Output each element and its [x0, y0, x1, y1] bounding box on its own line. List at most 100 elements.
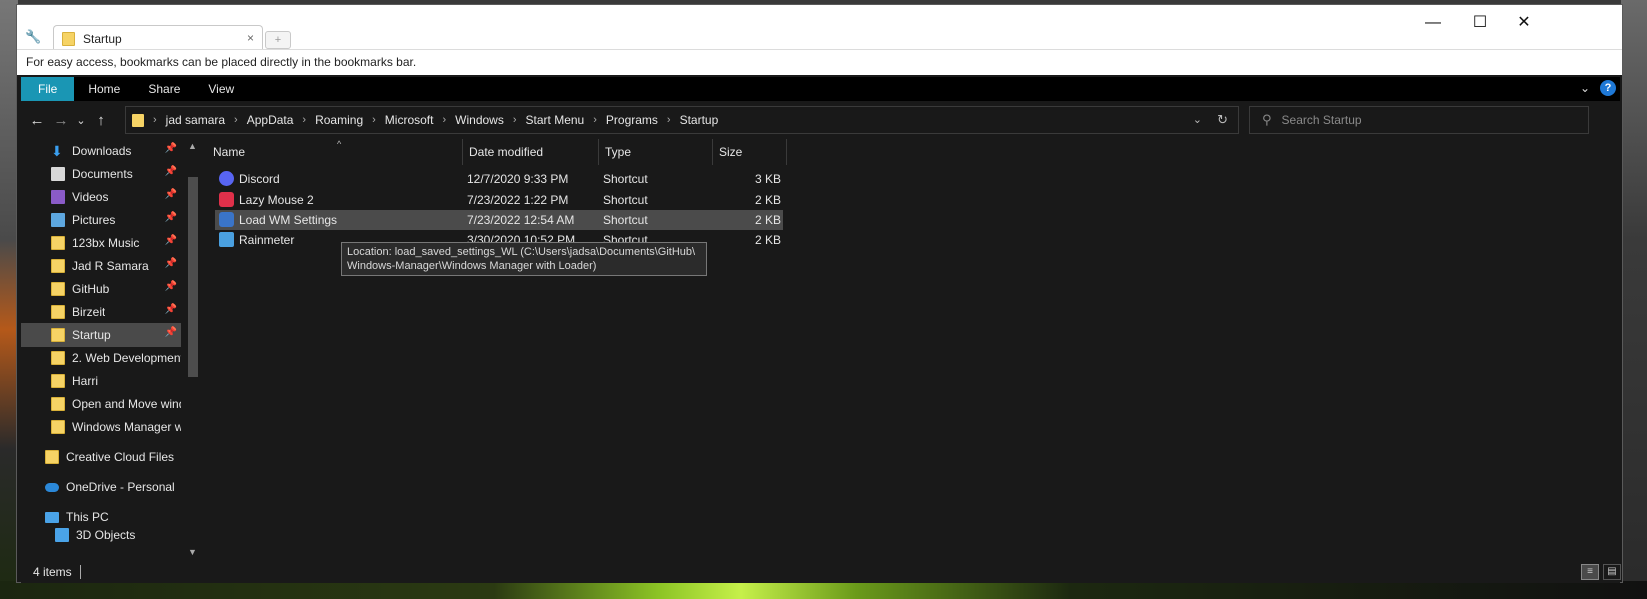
help-icon[interactable]: ? — [1600, 80, 1616, 96]
address-dropdown-icon[interactable]: ⌄ — [1193, 113, 1202, 126]
file-size: 2 KB — [754, 233, 781, 247]
file-name: Lazy Mouse 2 — [239, 193, 314, 207]
pin-icon[interactable]: 📌 — [165, 258, 177, 269]
navpane-scrollbar[interactable]: ▲ ▼ — [185, 139, 201, 559]
file-row-discord[interactable]: Discord 12/7/2020 9:33 PM Shortcut 3 KB — [215, 169, 783, 189]
breadcrumb-start-menu[interactable]: Start Menu — [526, 113, 585, 127]
sidebar-item-birzeit[interactable]: Birzeit 📌 — [21, 300, 181, 324]
breadcrumb-separator[interactable]: › — [667, 114, 671, 126]
scroll-down-icon[interactable]: ▼ — [188, 547, 197, 557]
sidebar-item-label: Birzeit — [72, 305, 106, 319]
pin-icon[interactable]: 📌 — [165, 281, 177, 292]
file-size: 3 KB — [754, 172, 781, 186]
pin-icon[interactable]: 📌 — [165, 143, 177, 154]
breadcrumb-separator[interactable]: › — [372, 114, 376, 126]
breadcrumb-appdata[interactable]: AppData — [247, 113, 294, 127]
sidebar-item-windows-manager[interactable]: Windows Manager wi — [21, 415, 181, 439]
folder-icon — [51, 259, 65, 273]
sidebar-item-web-development[interactable]: 2. Web Development — [21, 346, 181, 370]
pin-icon[interactable]: 📌 — [165, 304, 177, 315]
sidebar-item-harri[interactable]: Harri — [21, 369, 181, 393]
file-name: Rainmeter — [239, 233, 295, 247]
file-name: Discord — [239, 172, 280, 186]
breadcrumb-jad-samara[interactable]: jad samara — [166, 113, 225, 127]
file-row-lazy-mouse-2[interactable]: Lazy Mouse 2 7/23/2022 1:22 PM Shortcut … — [215, 190, 783, 210]
forward-button[interactable]: → — [49, 112, 73, 129]
sidebar-item-3d-objects[interactable]: 3D Objects — [21, 528, 181, 542]
file-type: Shortcut — [603, 172, 648, 186]
minimize-button[interactable]: — — [1410, 11, 1456, 35]
sidebar-item-startup[interactable]: Startup 📌 — [21, 323, 181, 347]
documents-icon — [51, 167, 65, 181]
tab-startup[interactable]: Startup × — [53, 25, 263, 51]
sidebar-item-jad-r-samara[interactable]: Jad R Samara 📌 — [21, 254, 181, 278]
breadcrumb-microsoft[interactable]: Microsoft — [385, 113, 434, 127]
pin-icon[interactable]: 📌 — [165, 189, 177, 200]
ribbon-tab-view[interactable]: View — [194, 77, 248, 101]
sidebar-item-label: Downloads — [72, 144, 132, 158]
sidebar-item-downloads[interactable]: ⬇ Downloads 📌 — [21, 139, 181, 163]
column-header-size[interactable]: Size — [713, 139, 787, 165]
search-input[interactable] — [1281, 113, 1572, 127]
refresh-icon[interactable]: ↻ — [1217, 112, 1228, 128]
sidebar-item-open-and-move[interactable]: Open and Move wind — [21, 392, 181, 416]
ribbon-tab-share[interactable]: Share — [134, 77, 194, 101]
ribbon-tab-file[interactable]: File — [21, 77, 75, 101]
column-header-name[interactable]: Name ^ — [207, 139, 463, 165]
rainmeter-icon — [219, 232, 234, 247]
pin-icon[interactable]: 📌 — [165, 327, 177, 338]
search-box[interactable]: ⚲ — [1249, 106, 1589, 134]
breadcrumb-separator[interactable]: › — [302, 114, 306, 126]
breadcrumb-windows[interactable]: Windows — [455, 113, 504, 127]
back-button[interactable]: ← — [25, 112, 49, 129]
details-view-icon[interactable]: ≡ — [1581, 564, 1599, 580]
sidebar-item-creative-cloud[interactable]: Creative Cloud Files — [21, 445, 181, 469]
ribbon-tab-home[interactable]: Home — [74, 77, 134, 101]
breadcrumb-separator[interactable]: › — [234, 114, 238, 126]
sidebar-item-123bx-music[interactable]: 123bx Music 📌 — [21, 231, 181, 255]
tab-close-icon[interactable]: × — [247, 31, 254, 45]
sidebar-item-this-pc[interactable]: This PC — [21, 505, 181, 529]
breadcrumb-programs[interactable]: Programs — [606, 113, 658, 127]
up-button[interactable]: ↑ — [89, 112, 113, 129]
breadcrumb-separator[interactable]: › — [442, 114, 446, 126]
wrench-icon[interactable]: 🔧 — [25, 29, 41, 45]
breadcrumb-separator[interactable]: › — [593, 114, 597, 126]
folder-icon — [51, 282, 65, 296]
large-icons-view-icon[interactable]: ▤ — [1603, 564, 1621, 580]
sidebar-item-github[interactable]: GitHub 📌 — [21, 277, 181, 301]
sidebar-item-label: Startup — [72, 328, 111, 342]
maximize-button[interactable]: ☐ — [1457, 11, 1503, 35]
pin-icon[interactable]: 📌 — [165, 166, 177, 177]
sidebar-item-pictures[interactable]: Pictures 📌 — [21, 208, 181, 232]
breadcrumb-separator[interactable]: › — [513, 114, 517, 126]
column-header-type[interactable]: Type — [599, 139, 713, 165]
close-button[interactable]: ✕ — [1501, 11, 1547, 35]
column-header-date[interactable]: Date modified — [463, 139, 599, 165]
recent-locations-button[interactable]: ⌄ — [73, 114, 89, 127]
scrollbar-thumb[interactable] — [188, 177, 198, 377]
breadcrumb-roaming[interactable]: Roaming — [315, 113, 363, 127]
address-bar[interactable]: › jad samara › AppData › Roaming › Micro… — [125, 106, 1239, 134]
item-count: 4 items — [33, 565, 72, 579]
sidebar-item-label: Creative Cloud Files — [66, 450, 175, 464]
bookmarks-bar: For easy access, bookmarks can be placed… — [17, 49, 1622, 75]
status-bar: 4 items ≡ ▤ — [21, 561, 1621, 583]
sidebar-item-onedrive[interactable]: OneDrive - Personal — [21, 475, 181, 499]
pin-icon[interactable]: 📌 — [165, 212, 177, 223]
ribbon-collapse-icon[interactable]: ⌄ — [1580, 81, 1590, 95]
new-tab-button[interactable]: + — [265, 31, 291, 49]
scroll-up-icon[interactable]: ▲ — [188, 141, 197, 151]
folder-icon — [51, 305, 65, 319]
sidebar-item-videos[interactable]: Videos 📌 — [21, 185, 181, 209]
status-divider — [79, 565, 81, 579]
sidebar-item-label: 2. Web Development — [72, 351, 181, 365]
breadcrumb-startup[interactable]: Startup — [680, 113, 719, 127]
breadcrumb-separator[interactable]: › — [153, 114, 157, 126]
sidebar-item-label: Pictures — [72, 213, 116, 227]
file-row-load-wm-settings[interactable]: Load WM Settings 7/23/2022 12:54 AM Shor… — [215, 210, 783, 230]
navigation-bar: ← → ⌄ ↑ › jad samara › AppData › Roaming… — [21, 101, 1620, 139]
file-size: 2 KB — [754, 213, 781, 227]
pin-icon[interactable]: 📌 — [165, 235, 177, 246]
sidebar-item-documents[interactable]: Documents 📌 — [21, 162, 181, 186]
